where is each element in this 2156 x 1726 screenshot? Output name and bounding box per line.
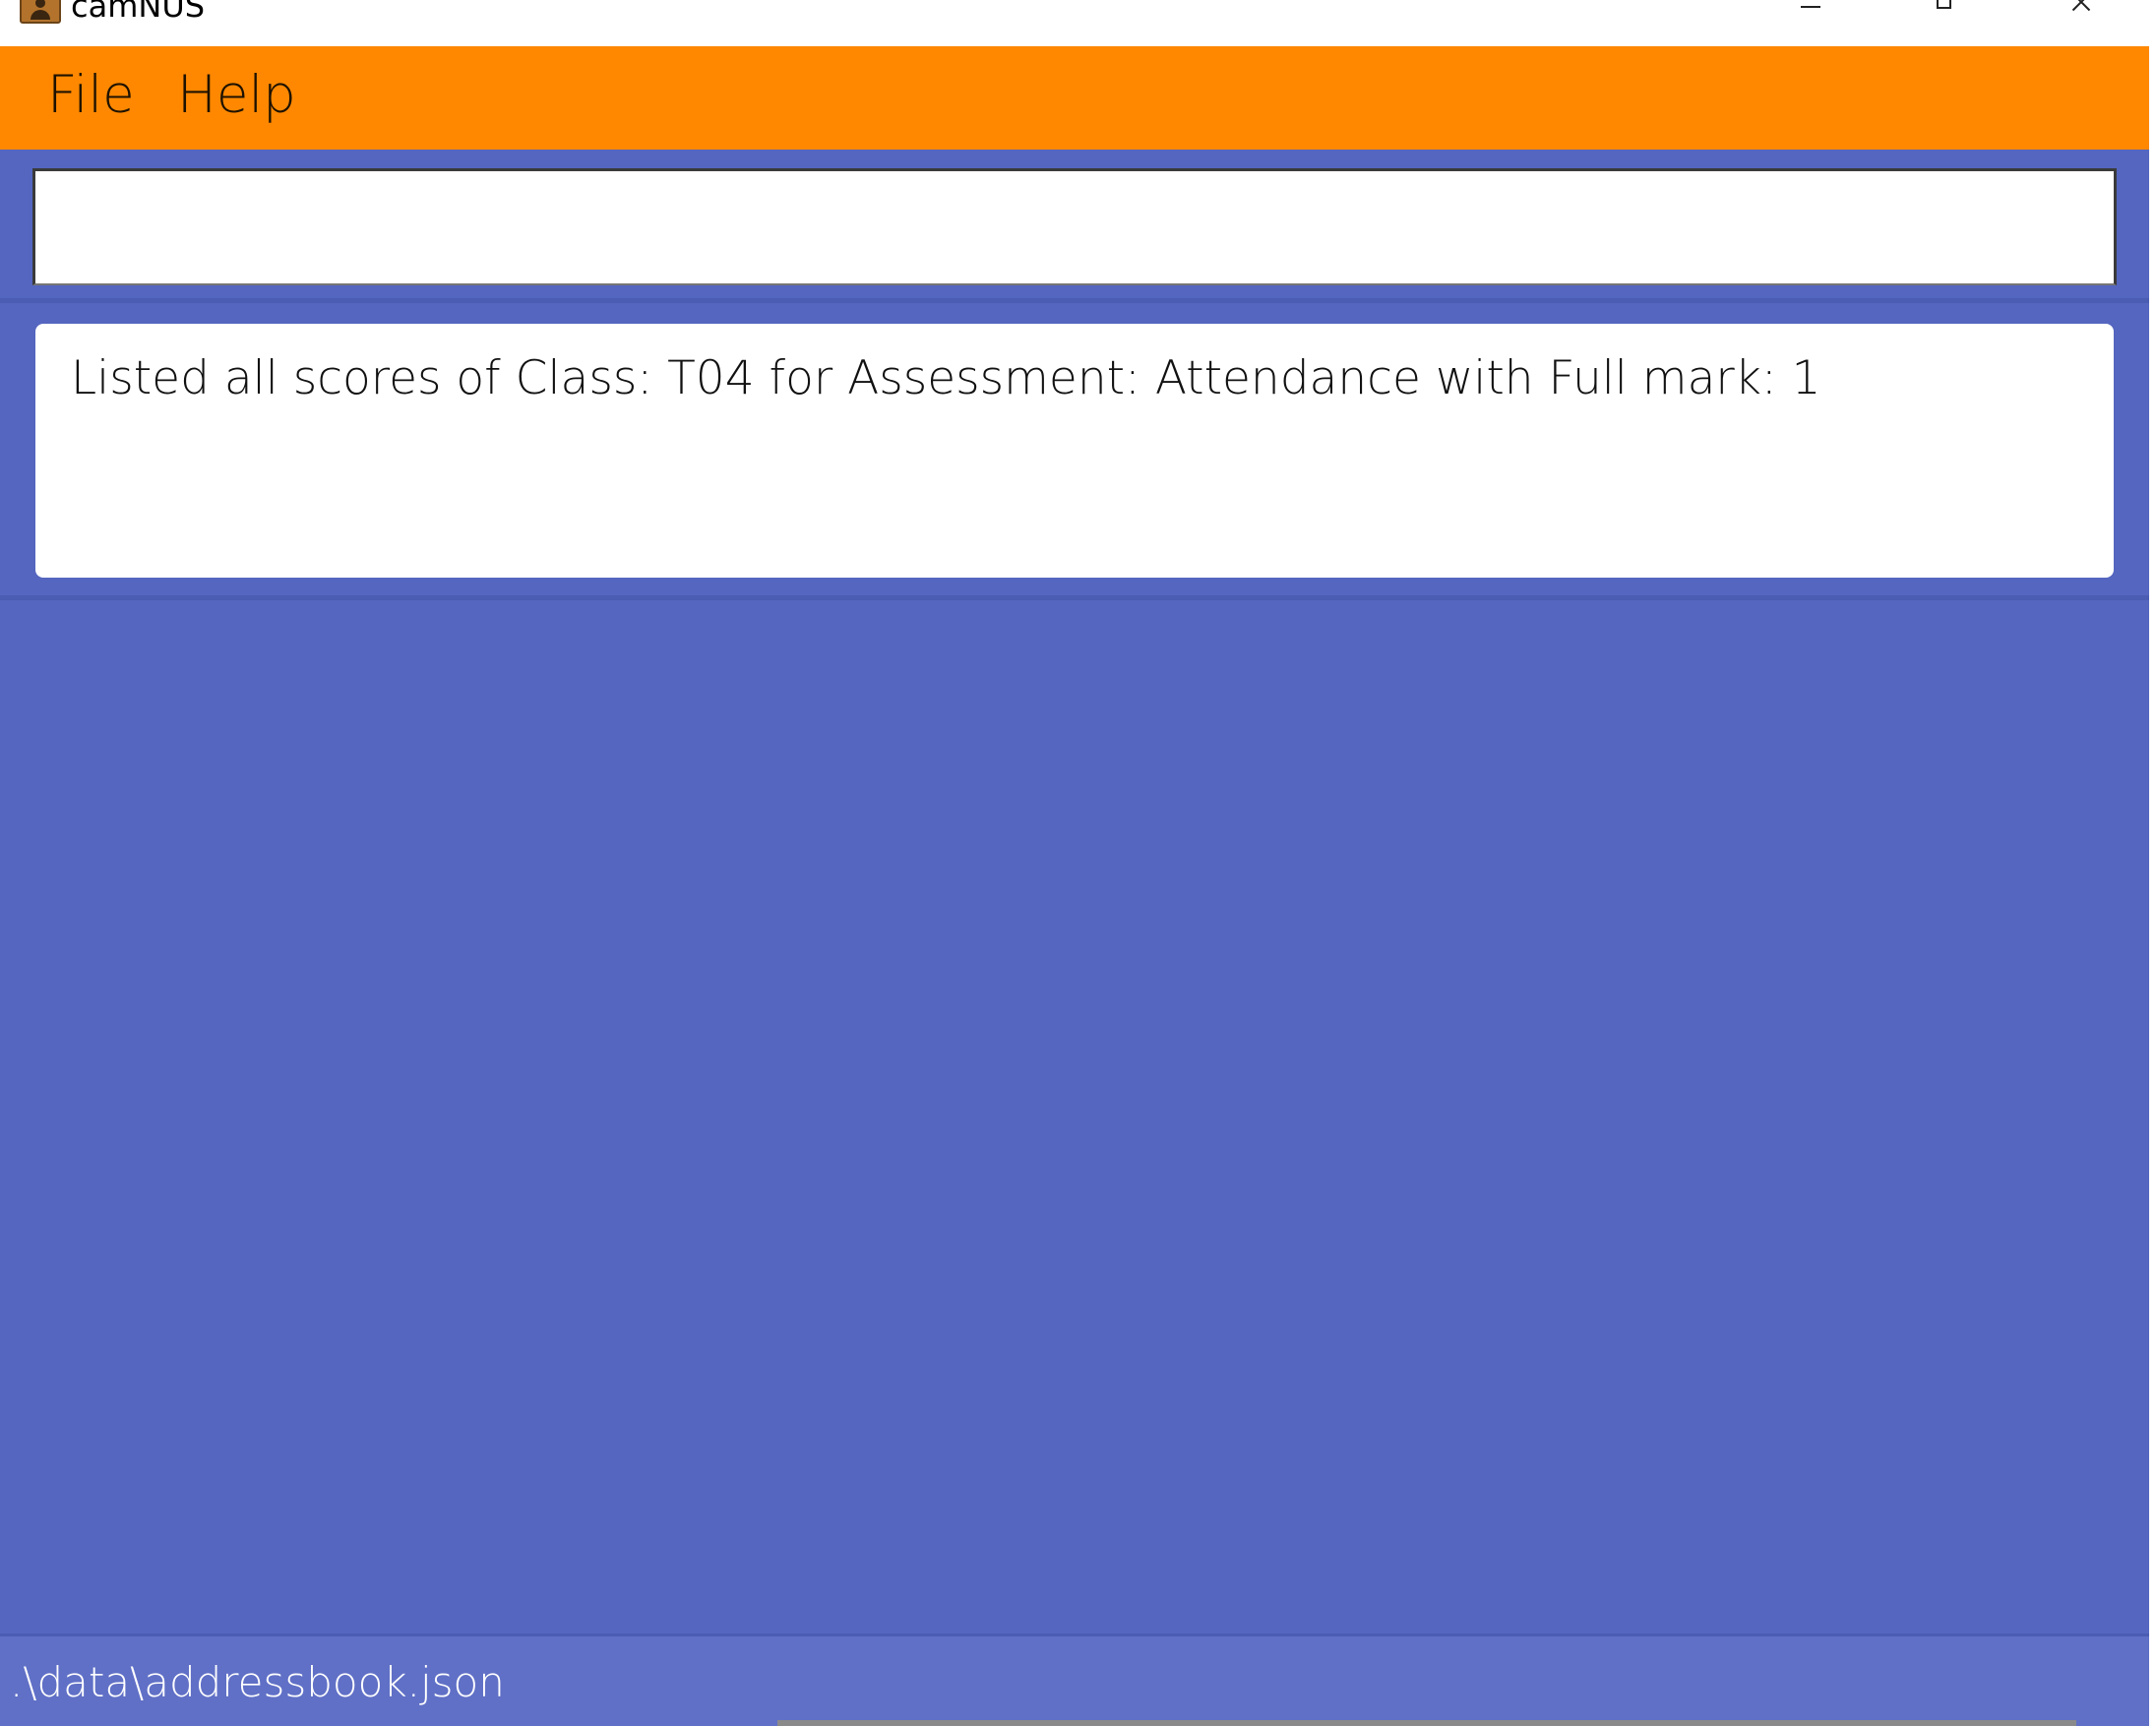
minimize-icon[interactable] bbox=[1779, 0, 1838, 24]
close-icon[interactable] bbox=[2051, 0, 2110, 24]
menu-file[interactable]: File bbox=[47, 66, 135, 125]
save-location-path: .\data\addressbook.json bbox=[10, 1658, 505, 1706]
window-edge bbox=[2149, 46, 2156, 1726]
window-title: camNUS bbox=[71, 0, 206, 25]
maximize-icon[interactable] bbox=[1915, 0, 1974, 24]
app-icon bbox=[20, 0, 61, 24]
status-bar: .\data\addressbook.json bbox=[0, 1634, 2149, 1726]
app-window: camNUS File Help Listed all scores of Cl… bbox=[0, 0, 2156, 1726]
main-panel: Listed all scores of Class: T04 for Asse… bbox=[0, 150, 2149, 1634]
menu-bar: File Help bbox=[0, 46, 2149, 150]
divider bbox=[0, 595, 2149, 600]
result-display: Listed all scores of Class: T04 for Asse… bbox=[35, 324, 2114, 578]
command-input[interactable] bbox=[32, 168, 2117, 285]
result-message: Listed all scores of Class: T04 for Asse… bbox=[71, 351, 1821, 405]
title-bar: camNUS bbox=[0, 0, 2156, 46]
divider bbox=[0, 298, 2149, 303]
menu-help[interactable]: Help bbox=[177, 66, 296, 125]
taskbar-edge bbox=[777, 1720, 2076, 1726]
